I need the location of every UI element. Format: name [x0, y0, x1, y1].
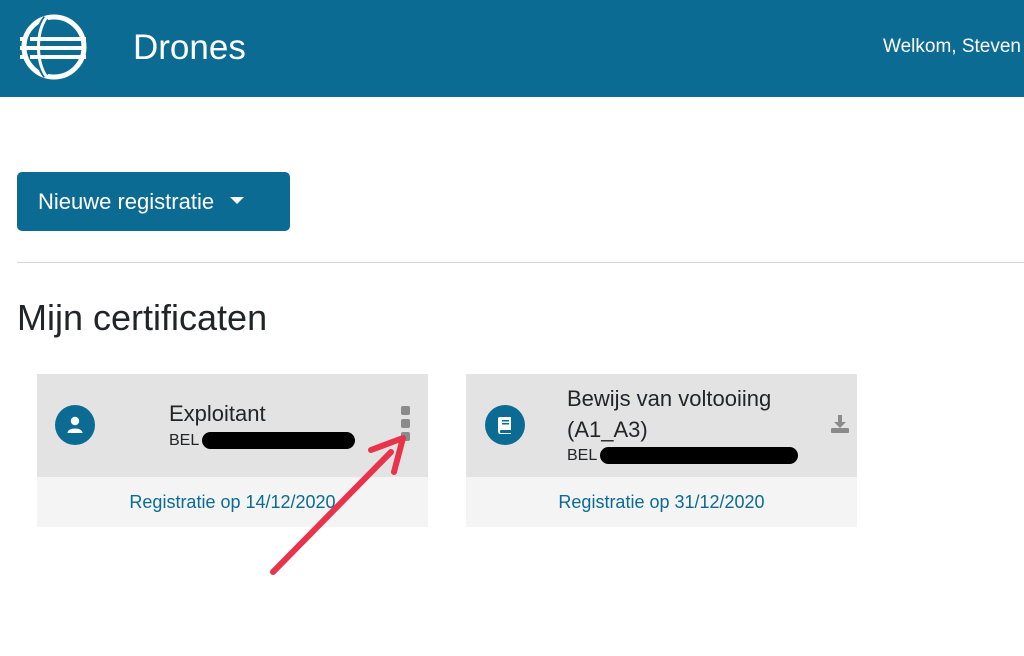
registration-date-link[interactable]: Registratie op 14/12/2020 [37, 477, 428, 527]
redaction-bar [600, 447, 798, 464]
user-icon [55, 405, 95, 445]
divider [17, 262, 1024, 263]
app-title: Drones [133, 28, 246, 67]
welcome-user-menu[interactable]: Welkom, Steven [883, 36, 1021, 58]
card-subtitle: (A1_A3) [567, 417, 648, 442]
section-title: Mijn certificaten [17, 297, 268, 338]
caret-down-icon [230, 197, 245, 204]
kebab-menu-icon[interactable] [399, 406, 411, 448]
new-registration-label: Nieuwe registratie [38, 188, 215, 214]
top-navbar: Drones Welkom, Steven [0, 0, 1024, 97]
card-header: Bewijs van voltooiing (A1_A3) BEL [466, 374, 857, 477]
book-icon [485, 405, 525, 445]
download-icon[interactable] [829, 413, 851, 435]
card-title: Bewijs van voltooiing [567, 386, 772, 411]
card-title: Exploitant [169, 401, 266, 426]
logo-icon[interactable] [16, 13, 88, 81]
certificate-card-bewijs-van-voltooiing: Bewijs van voltooiing (A1_A3) BEL Regist… [466, 374, 857, 527]
certificate-card-exploitant: Exploitant BEL Registratie op 14/12/2020 [37, 374, 428, 527]
card-identifier: BEL [567, 447, 598, 464]
registration-date-link[interactable]: Registratie op 31/12/2020 [466, 477, 857, 527]
redaction-bar [202, 432, 355, 449]
card-identifier: BEL [169, 432, 200, 449]
card-header: Exploitant BEL [37, 374, 428, 477]
new-registration-dropdown-button[interactable]: Nieuwe registratie [17, 172, 290, 231]
